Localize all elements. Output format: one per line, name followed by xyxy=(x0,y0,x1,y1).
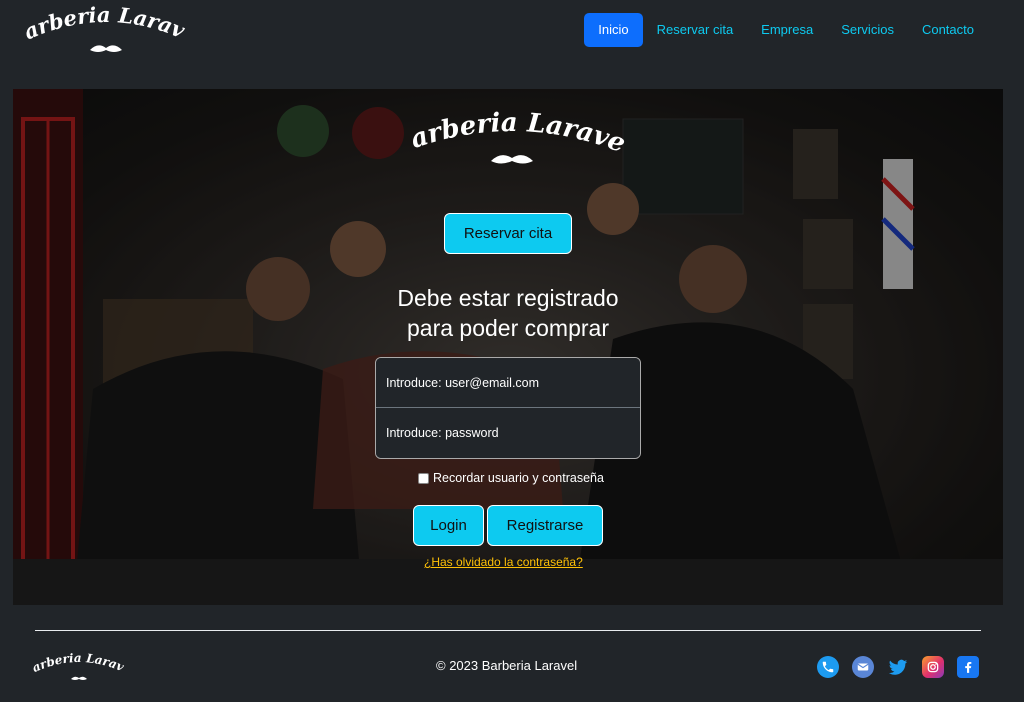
nav-links: Inicio Reservar cita Empresa Servicios C… xyxy=(584,13,988,47)
forgot-password-link[interactable]: ¿Has olvidado la contraseña? xyxy=(424,555,583,569)
footer-divider xyxy=(35,630,981,631)
phone-icon[interactable] xyxy=(817,656,839,678)
register-button[interactable]: Registrarse xyxy=(487,505,603,546)
remember-label: Recordar usuario y contraseña xyxy=(433,471,604,485)
brand-name: Barberia Laravel xyxy=(16,0,189,44)
email-input[interactable]: Introduce: user@email.com xyxy=(376,358,640,408)
copyright: © 2023 Barberia Laravel xyxy=(436,658,578,673)
brand-logo[interactable]: Barberia Laravel xyxy=(16,0,189,66)
svg-text:Barberia Laravel: Barberia Laravel xyxy=(26,2,186,44)
hero-logo: Barberia Laravel xyxy=(385,89,629,171)
footer-logo-text: Barberia Laravel xyxy=(27,637,127,675)
nav-item-servicios[interactable]: Servicios xyxy=(827,13,908,47)
nav-item-contacto[interactable]: Contacto xyxy=(908,13,988,47)
login-form: Introduce: user@email.com Introduce: pas… xyxy=(375,357,641,459)
twitter-icon[interactable] xyxy=(887,656,909,678)
login-button[interactable]: Login xyxy=(413,505,484,546)
remember-me: Recordar usuario y contraseña xyxy=(418,471,604,485)
hero-title-line1: Debe estar registrado xyxy=(397,285,619,311)
navbar: Barberia Laravel Inicio Reservar cita Em… xyxy=(0,0,1024,66)
hero-title-line2: para poder comprar xyxy=(407,315,609,341)
hero-logo-text: Barberia Laravel xyxy=(385,89,629,159)
facebook-icon[interactable] xyxy=(957,656,979,678)
nav-item-reservar-cita[interactable]: Reservar cita xyxy=(643,13,748,47)
svg-text:Barberia Laravel: Barberia Laravel xyxy=(397,109,627,159)
password-input[interactable]: Introduce: password xyxy=(376,408,640,458)
hero-title: Debe estar registrado para poder comprar xyxy=(343,283,673,343)
nav-item-inicio[interactable]: Inicio xyxy=(584,13,643,47)
nav-item-empresa[interactable]: Empresa xyxy=(747,13,827,47)
hero-section: Barberia Laravel Reservar cita Debe esta… xyxy=(13,89,1003,605)
remember-checkbox[interactable] xyxy=(418,472,429,484)
reserve-button[interactable]: Reservar cita xyxy=(444,213,572,254)
mail-icon[interactable] xyxy=(852,656,874,678)
instagram-icon[interactable] xyxy=(922,656,944,678)
social-links xyxy=(817,656,979,678)
svg-text:Barberia Laravel: Barberia Laravel xyxy=(33,648,125,675)
footer-logo[interactable]: Barberia Laravel xyxy=(27,637,127,688)
